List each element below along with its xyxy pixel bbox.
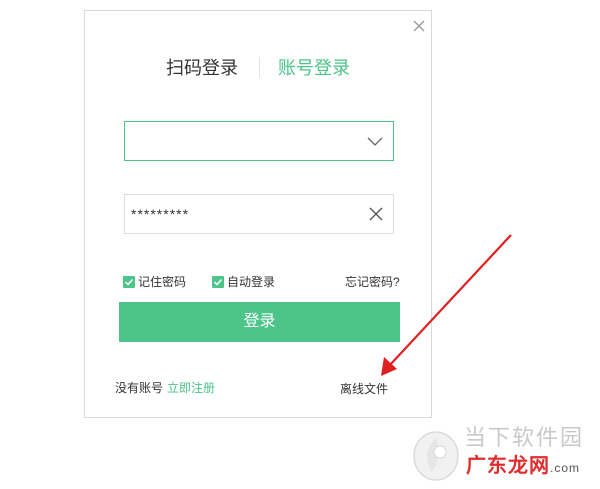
watermark-domain: 广东龙网.com: [466, 454, 580, 480]
annotation-arrow-icon: [381, 234, 512, 376]
watermark-logo-icon: [413, 431, 459, 481]
watermark-site-name: 当下软件园: [464, 425, 585, 450]
watermark-domain-name: 广东龙网: [466, 455, 550, 477]
watermark: 当下软件园 广东龙网.com: [410, 420, 600, 489]
watermark-domain-suffix: .com: [550, 461, 581, 475]
